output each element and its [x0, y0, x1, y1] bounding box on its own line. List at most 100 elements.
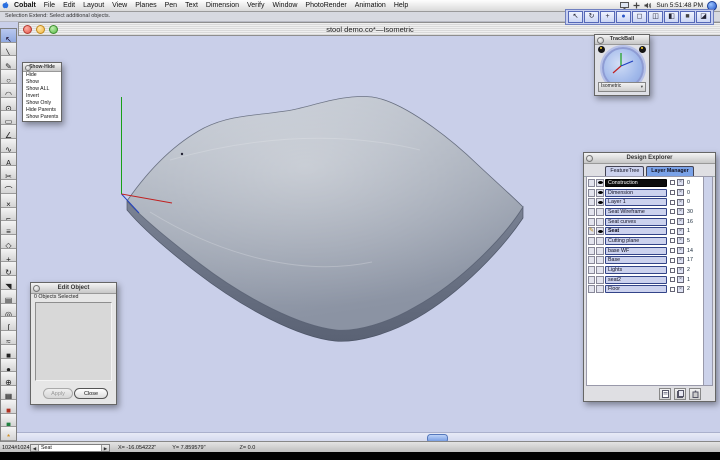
layer-visibility-cell[interactable]: [596, 285, 604, 294]
layer-edit-cell[interactable]: ✎: [588, 256, 595, 265]
delete-layer-button[interactable]: [689, 387, 701, 400]
mirror-tool[interactable]: ◇: [1, 235, 16, 249]
layer-x-checkbox[interactable]: ×: [677, 208, 684, 216]
render-tool[interactable]: ■: [1, 399, 16, 414]
show-hide-item[interactable]: Show Only: [23, 100, 61, 107]
layer-x-checkbox[interactable]: ×: [677, 237, 684, 245]
move-tool[interactable]: +: [1, 248, 16, 263]
pan-view-button[interactable]: +: [600, 11, 615, 23]
text-tool[interactable]: A: [1, 152, 16, 167]
select-mode-button[interactable]: ↖: [568, 11, 583, 23]
layer-edit-cell[interactable]: ✎: [588, 207, 595, 216]
layer-name-button[interactable]: Construction: [605, 178, 667, 187]
tab[interactable]: FeatureTree: [605, 166, 645, 176]
fillet-tool[interactable]: ⌐: [1, 207, 16, 222]
layer-name-button[interactable]: Seat curves: [605, 217, 667, 226]
layer-visibility-cell[interactable]: [596, 227, 604, 236]
displays-icon[interactable]: [620, 2, 630, 9]
layer-visibility-cell[interactable]: [596, 198, 604, 207]
menu-item[interactable]: Edit: [59, 2, 79, 9]
layer-visibility-cell[interactable]: [596, 188, 604, 197]
seat2[interactable]: ✎ seat2 × 1: [587, 275, 704, 285]
layer-name-button[interactable]: Cutting plane: [605, 236, 667, 245]
Seat[interactable]: ✎ Seat × 1: [587, 226, 704, 236]
apply-button[interactable]: Apply: [43, 388, 73, 399]
new-layer-button[interactable]: [659, 387, 671, 400]
delete-tool[interactable]: ×: [1, 193, 16, 208]
menu-item[interactable]: PhotoRender: [301, 2, 350, 9]
layer-edit-cell[interactable]: ✎: [588, 285, 595, 294]
Floor[interactable]: ✎ Floor × 2: [587, 285, 704, 295]
layer-edit-cell[interactable]: ✎: [588, 198, 595, 207]
plus-icon[interactable]: [633, 2, 640, 9]
layer-name-button[interactable]: seat2: [605, 275, 667, 284]
layer-checkbox[interactable]: [670, 190, 675, 196]
layer-visibility-cell[interactable]: [596, 178, 604, 187]
Lights[interactable]: ✎ Lights × 2: [587, 265, 704, 275]
base WF[interactable]: ✎ base WF × 14: [587, 246, 704, 256]
layer-checkbox[interactable]: [670, 267, 675, 273]
Seat Wireframe[interactable]: ✎ Seat Wireframe × 30: [587, 207, 704, 217]
Seat curves[interactable]: ✎ Seat curves × 16: [587, 217, 704, 227]
close-icon[interactable]: [597, 37, 604, 44]
show-hide-item[interactable]: Invert: [23, 93, 61, 100]
layer-name-button[interactable]: Floor: [605, 285, 667, 294]
menu-clock[interactable]: Sun 5:51:48 PM: [656, 2, 703, 9]
layer-edit-cell[interactable]: ✎: [588, 266, 595, 275]
wireframe-view-button[interactable]: ◻: [632, 11, 647, 23]
layer-checkbox[interactable]: [670, 228, 675, 234]
menu-item[interactable]: Animation: [351, 2, 390, 9]
Construction[interactable]: ✎ Construction × 0: [587, 178, 704, 188]
Dimension[interactable]: ✎ Dimension × 0: [587, 188, 704, 198]
next-layer-arrow-icon[interactable]: ▶: [101, 444, 109, 451]
Cutting plane[interactable]: ✎ Cutting plane × 5: [587, 236, 704, 246]
app-menu[interactable]: Cobalt: [10, 2, 40, 9]
layer-visibility-cell[interactable]: [596, 256, 604, 265]
copy-layer-button[interactable]: [674, 387, 686, 400]
menu-item[interactable]: Verify: [243, 2, 269, 9]
loft-tool[interactable]: ≈: [1, 331, 16, 345]
offset-tool[interactable]: ≡: [1, 221, 16, 236]
layer-visibility-cell[interactable]: [596, 246, 604, 255]
layer-visibility-cell[interactable]: [596, 275, 604, 284]
layer-x-checkbox[interactable]: ×: [677, 256, 684, 264]
apple-menu[interactable]: [0, 1, 10, 11]
menu-item[interactable]: Window: [269, 2, 302, 9]
Base[interactable]: ✎ Base × 17: [587, 256, 704, 266]
layer-edit-cell[interactable]: ✎: [588, 275, 595, 284]
select-arrow-tool[interactable]: ↖: [1, 29, 16, 43]
shade-tool[interactable]: ■: [1, 413, 16, 428]
sphere-tool[interactable]: ●: [1, 358, 16, 373]
hiddenline-view-button[interactable]: ◫: [648, 11, 663, 23]
close-icon[interactable]: [33, 285, 40, 292]
extrude-tool[interactable]: ▤: [1, 289, 16, 304]
layer-x-checkbox[interactable]: ×: [677, 247, 684, 255]
layer-name-button[interactable]: Base: [605, 256, 667, 265]
show-hide-item[interactable]: Show Parents: [23, 114, 61, 121]
menu-item[interactable]: Planes: [131, 2, 160, 9]
layer-checkbox[interactable]: [670, 219, 675, 225]
close-icon[interactable]: [25, 64, 31, 71]
layer-checkbox[interactable]: [670, 209, 675, 215]
layer-visibility-cell[interactable]: [596, 207, 604, 216]
menu-item[interactable]: Layout: [79, 2, 108, 9]
Layer 1[interactable]: ✎ Layer 1 × 0: [587, 197, 704, 207]
spline-tool[interactable]: ∿: [1, 138, 16, 153]
scale-field[interactable]: 1024#1024: [2, 445, 30, 451]
lights-tool[interactable]: *: [1, 427, 16, 442]
layer-checkbox[interactable]: [670, 180, 675, 186]
arc-tool[interactable]: ◠: [1, 83, 16, 98]
layer-x-checkbox[interactable]: ×: [677, 276, 684, 284]
show-hide-item[interactable]: Show ALL: [23, 86, 61, 93]
trim-tool[interactable]: ⌒: [1, 180, 16, 194]
layer-name-button[interactable]: Layer 1: [605, 198, 667, 207]
zoom-sphere-button[interactable]: ●: [616, 11, 631, 23]
solid-box-tool[interactable]: ■: [1, 344, 16, 359]
layer-edit-cell[interactable]: ✎: [588, 217, 595, 226]
revolve-tool[interactable]: ◎: [1, 303, 16, 318]
tab[interactable]: Layer Manager: [646, 166, 694, 176]
layer-selector[interactable]: ◀ Seat ▶: [30, 443, 110, 452]
close-button[interactable]: Close: [74, 388, 108, 399]
prev-layer-arrow-icon[interactable]: ◀: [31, 444, 39, 451]
layer-checkbox[interactable]: [670, 286, 675, 292]
